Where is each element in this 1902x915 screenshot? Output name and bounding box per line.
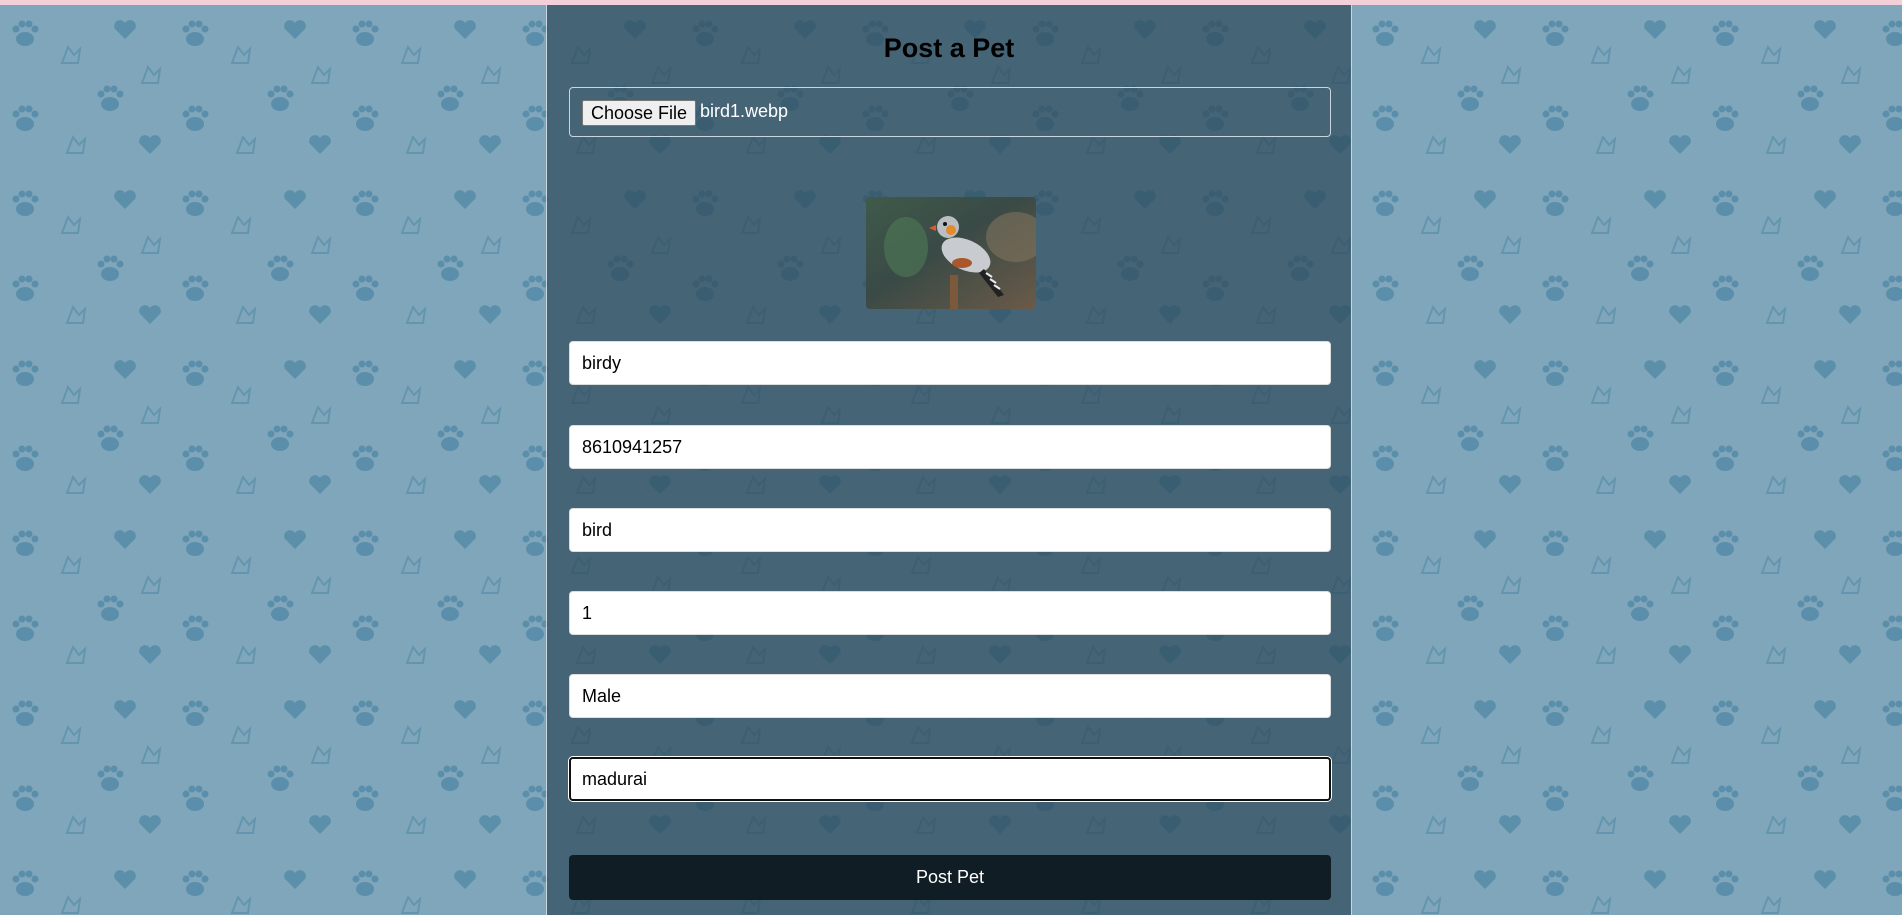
- post-pet-form: Post a Pet Choose File bird1.webp birdy …: [546, 5, 1352, 915]
- form-title: Post a Pet: [883, 33, 1015, 63]
- phone-input[interactable]: [569, 425, 1331, 469]
- location-input[interactable]: [569, 757, 1331, 801]
- file-upload[interactable]: Choose File bird1.webp: [569, 87, 1331, 137]
- pet-type-input[interactable]: [569, 508, 1331, 552]
- pet-name-input[interactable]: [569, 341, 1331, 385]
- age-input[interactable]: [569, 591, 1331, 635]
- selected-file-name: bird1.webp: [700, 101, 789, 121]
- pet-image-preview: [866, 197, 1036, 309]
- post-pet-button[interactable]: Post Pet: [569, 855, 1331, 900]
- choose-file-button[interactable]: Choose File: [582, 100, 697, 126]
- gender-input[interactable]: [569, 674, 1331, 718]
